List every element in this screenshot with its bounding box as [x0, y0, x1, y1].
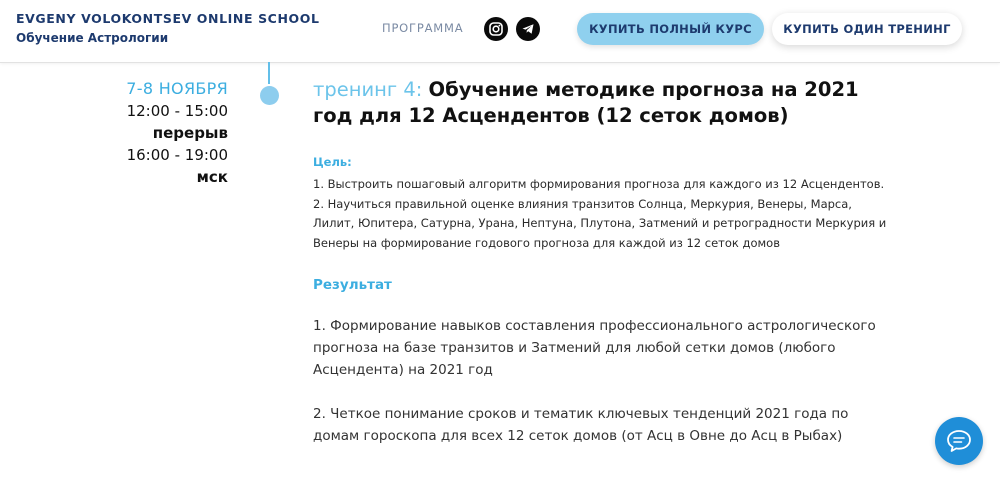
instagram-icon[interactable] [484, 17, 508, 41]
schedule-time-first: 12:00 - 15:00 [126, 102, 228, 120]
result-heading: Результат [313, 277, 392, 293]
site-header: EVGENY VOLOKONTSEV ONLINE SCHOOL Обучени… [0, 0, 1000, 63]
brand[interactable]: EVGENY VOLOKONTSEV ONLINE SCHOOL Обучени… [16, 11, 320, 45]
telegram-icon[interactable] [516, 17, 540, 41]
schedule-time-second: 16:00 - 19:00 [126, 146, 228, 164]
schedule-timezone: мск [196, 168, 228, 186]
training-number: тренинг 4: [313, 78, 429, 101]
timeline-dot [260, 86, 279, 105]
chat-bubble-icon [947, 430, 971, 452]
result-item: 2. Четкое понимание сроков и тематик клю… [313, 406, 849, 444]
brand-name: EVGENY VOLOKONTSEV ONLINE SCHOOL [16, 11, 320, 26]
schedule-break: перерыв [152, 124, 228, 142]
chat-button[interactable] [935, 417, 983, 465]
training-title: тренинг 4: Обучение методике прогноза на… [313, 77, 893, 129]
goal-item: 2. Научиться правильной оценке влияния т… [313, 196, 887, 250]
nav-program-link[interactable]: ПРОГРАММА [382, 21, 463, 35]
schedule-date: 7-8 НОЯБРЯ [126, 79, 228, 98]
brand-subtitle: Обучение Астрологии [16, 31, 169, 45]
timeline-line [268, 62, 270, 84]
goal-list: 1. Выстроить пошаговый алгоритм формиров… [313, 175, 893, 253]
goal-item: 1. Выстроить пошаговый алгоритм формиров… [313, 177, 885, 191]
goal-heading: Цель: [313, 155, 352, 169]
buy-full-course-button[interactable]: КУПИТЬ ПОЛНЫЙ КУРС [577, 13, 764, 45]
result-item: 1. Формирование навыков составления проф… [313, 318, 876, 378]
schedule: 7-8 НОЯБРЯ 12:00 - 15:00 перерыв 16:00 -… [126, 79, 228, 186]
training-content: тренинг 4: Обучение методике прогноза на… [313, 77, 893, 447]
buy-one-training-button[interactable]: КУПИТЬ ОДИН ТРЕНИНГ [772, 13, 962, 45]
